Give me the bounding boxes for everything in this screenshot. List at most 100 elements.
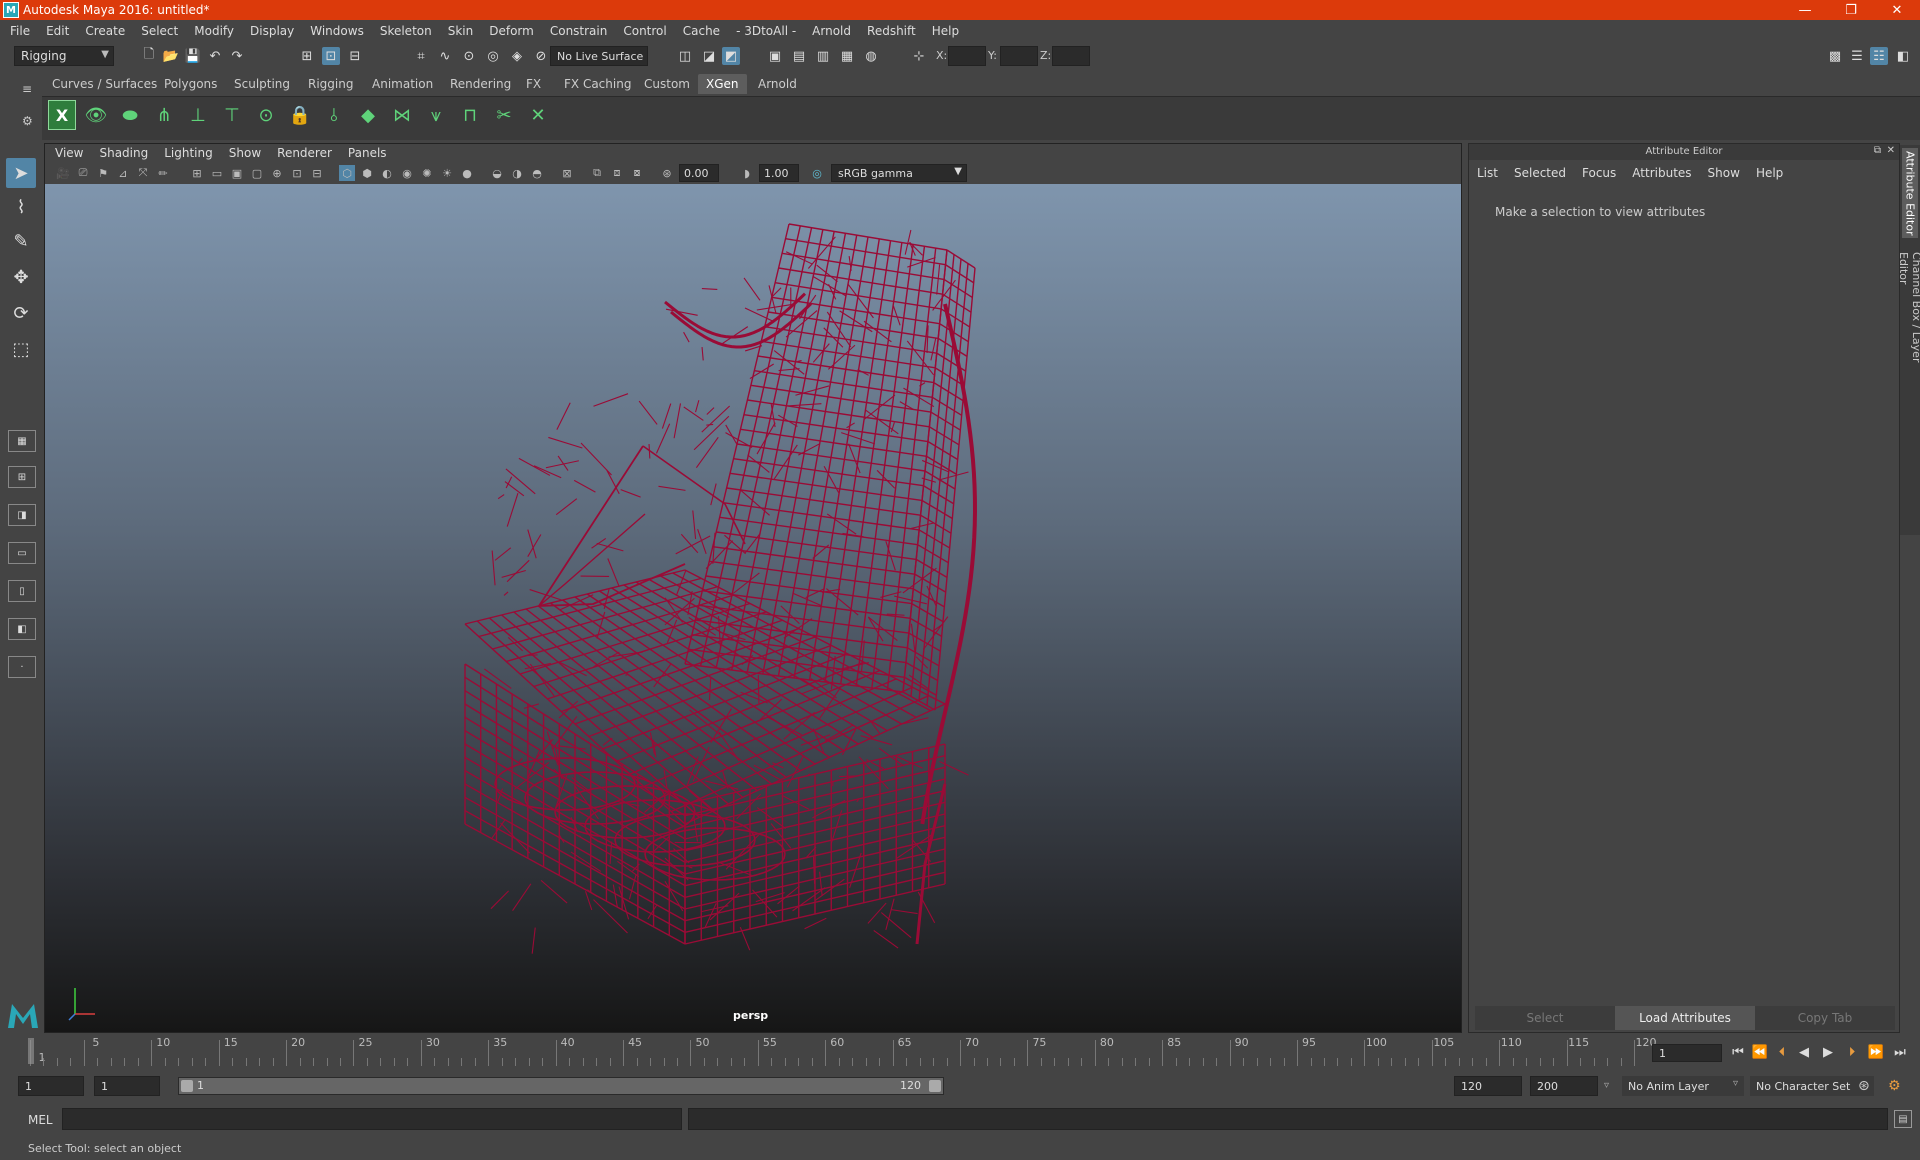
end-time-field[interactable]: 200 [1530, 1076, 1598, 1096]
grease-pencil-icon[interactable]: ✏ [155, 165, 171, 181]
range-end-handle[interactable] [929, 1080, 941, 1092]
xgen-delete-icon[interactable]: ✕ [524, 100, 552, 130]
menu-arnold[interactable]: Arnold [812, 24, 851, 38]
paint-select-tool-icon[interactable]: ✎ [6, 226, 36, 256]
persp-graph-layout-icon[interactable]: ▭ [8, 542, 36, 564]
xray-active-icon[interactable]: ⧈ [609, 165, 625, 181]
xgen-guide-lock-icon[interactable]: 🔒 [286, 100, 314, 130]
lasso-tool-icon[interactable]: ⌇ [6, 192, 36, 222]
single-perspective-layout-icon[interactable]: ▦ [8, 430, 36, 452]
xgen-guides-icon[interactable]: ⋔ [150, 100, 178, 130]
menu-cache[interactable]: Cache [683, 24, 720, 38]
menu-3dtoall[interactable]: - 3DtoAll - [736, 24, 796, 38]
snap-view-icon[interactable]: ◎ [484, 47, 502, 65]
four-view-layout-icon[interactable]: ⊞ [8, 466, 36, 488]
snap-surface-icon[interactable]: ◈ [508, 47, 526, 65]
attribute-editor-side-tab[interactable]: Attribute Editor [1902, 148, 1918, 238]
ae-menu-focus[interactable]: Focus [1582, 166, 1616, 180]
safe-title-icon[interactable]: ⊟ [309, 165, 325, 181]
depth-of-field-icon[interactable]: ◓ [529, 165, 545, 181]
input-ops-icon[interactable]: ◫ [676, 47, 694, 65]
gamma-icon[interactable]: ◗ [739, 165, 755, 181]
grid-icon[interactable]: ⊞ [189, 165, 205, 181]
channel-box-toggle-icon[interactable]: ☷ [1870, 47, 1888, 65]
load-attributes-button[interactable]: Load Attributes [1615, 1006, 1755, 1030]
hypershade-icon[interactable]: ◍ [862, 47, 880, 65]
menu-file[interactable]: File [10, 24, 30, 38]
anti-aliasing-icon[interactable]: ◑ [509, 165, 525, 181]
shelf-tab-sculpting[interactable]: Sculpting [226, 74, 298, 94]
xgen-editor-icon[interactable]: X [48, 100, 76, 130]
viewport-canvas[interactable]: persp [45, 184, 1461, 1032]
construction-history-icon[interactable]: ◩ [722, 47, 740, 65]
play-backward-icon[interactable]: ◀ [1794, 1042, 1814, 1062]
anim-layer-dropdown[interactable]: No Anim Layer ▿ [1622, 1076, 1744, 1096]
shelf-tab-arnold[interactable]: Arnold [750, 74, 805, 94]
shelf-tab-rigging[interactable]: Rigging [300, 74, 361, 94]
step-back-icon[interactable]: ⏪ [1750, 1042, 1770, 1062]
shelf-tab-animation[interactable]: Animation [364, 74, 441, 94]
character-set-dropdown[interactable]: No Character Set [1750, 1076, 1874, 1096]
move-tool-icon[interactable]: ✥ [6, 262, 36, 292]
command-input[interactable] [62, 1108, 682, 1130]
vp-menu-renderer[interactable]: Renderer [277, 146, 332, 160]
2d-pan-icon[interactable]: ⤧ [135, 165, 151, 181]
view-transform-dropdown[interactable]: sRGB gamma ▼ [831, 164, 967, 182]
safe-action-icon[interactable]: ⊡ [289, 165, 305, 181]
playback-start-field[interactable]: 1 [94, 1076, 160, 1096]
field-chart-icon[interactable]: ⊕ [269, 165, 285, 181]
shelf-settings-icon[interactable]: ⚙ [22, 114, 33, 128]
copy-tab-button[interactable]: Copy Tab [1755, 1006, 1895, 1030]
close-panel-icon[interactable]: ✕ [1887, 145, 1895, 156]
step-forward-icon[interactable]: ⏩ [1866, 1042, 1886, 1062]
shelf-tab-fx[interactable]: FX [518, 74, 549, 94]
rotate-tool-icon[interactable]: ⟳ [6, 298, 36, 328]
menu-redshift[interactable]: Redshift [867, 24, 916, 38]
step-forward-key-icon[interactable]: ⏵ [1842, 1042, 1862, 1062]
redo-icon[interactable]: ↷ [228, 47, 246, 65]
render-settings-icon[interactable]: ▦ [838, 47, 856, 65]
channel-box-side-tab[interactable]: Channel Box / Layer Editor [1897, 252, 1920, 398]
range-start-handle[interactable] [181, 1080, 193, 1092]
wireframe-icon[interactable]: ⬡ [339, 165, 355, 181]
select-tool-icon[interactable]: ➤ [6, 158, 36, 188]
play-forward-icon[interactable]: ▶ [1818, 1042, 1838, 1062]
textured-icon[interactable]: ◉ [399, 165, 415, 181]
playback-end-field[interactable]: 120 [1454, 1076, 1522, 1096]
xray-joints-icon[interactable]: ⧇ [629, 165, 645, 181]
xgen-clump-icon[interactable]: ⋈ [388, 100, 416, 130]
persp-outliner-layout-icon[interactable]: ◨ [8, 504, 36, 526]
minimize-button[interactable]: — [1782, 0, 1828, 20]
menu-control[interactable]: Control [623, 24, 666, 38]
vp-menu-show[interactable]: Show [229, 146, 261, 160]
shelf-tab-rendering[interactable]: Rendering [442, 74, 519, 94]
scale-tool-icon[interactable]: ⬚ [6, 334, 36, 364]
vp-menu-lighting[interactable]: Lighting [164, 146, 213, 160]
shelf-tab-custom[interactable]: Custom [636, 74, 698, 94]
start-time-field[interactable]: 1 [18, 1076, 84, 1096]
menu-create[interactable]: Create [85, 24, 125, 38]
go-to-start-icon[interactable]: ⏮ [1728, 1042, 1748, 1062]
menu-display[interactable]: Display [250, 24, 294, 38]
image-plane-icon[interactable]: ⊿ [115, 165, 131, 181]
save-scene-icon[interactable]: 💾 [184, 47, 202, 65]
xgen-guide-sculpt-icon[interactable]: ⊤ [218, 100, 246, 130]
shelf-tab-fx-caching[interactable]: FX Caching [556, 74, 639, 94]
chevron-down-icon[interactable]: ▿ [1604, 1080, 1609, 1091]
ae-menu-selected[interactable]: Selected [1514, 166, 1566, 180]
xgen-flat-icon[interactable]: ⊓ [456, 100, 484, 130]
menu-skeleton[interactable]: Skeleton [380, 24, 432, 38]
xgen-preview-icon[interactable]: 👁 [82, 100, 110, 130]
resolution-gate-icon[interactable]: ▣ [229, 165, 245, 181]
persp-uv-layout-icon[interactable]: ◧ [8, 618, 36, 640]
restore-button[interactable]: ❐ [1828, 0, 1874, 20]
color-management-icon[interactable]: ◎ [809, 165, 825, 181]
select-component-icon[interactable]: ⊟ [346, 47, 364, 65]
ae-menu-attributes[interactable]: Attributes [1632, 166, 1691, 180]
animation-prefs-icon[interactable]: ⚙ [1888, 1078, 1901, 1094]
render-frame-icon[interactable]: ▤ [790, 47, 808, 65]
render-view-icon[interactable]: ▣ [766, 47, 784, 65]
vp-menu-shading[interactable]: Shading [99, 146, 148, 160]
snap-grid-icon[interactable]: ⌗ [412, 47, 430, 65]
vp-menu-view[interactable]: View [55, 146, 83, 160]
